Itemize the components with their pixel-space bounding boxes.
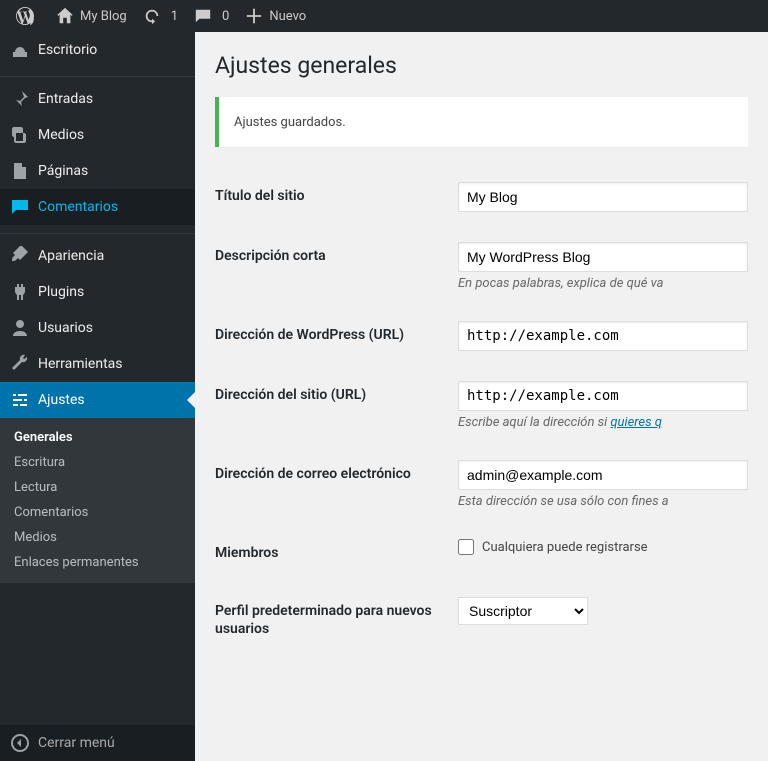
pin-icon bbox=[10, 89, 30, 109]
menu-label: Entradas bbox=[38, 91, 93, 107]
menu-label: Comentarios bbox=[38, 199, 118, 215]
user-icon bbox=[10, 318, 30, 338]
media-icon bbox=[10, 125, 30, 145]
menu-settings[interactable]: Ajustes bbox=[0, 382, 195, 418]
wpurl-input[interactable] bbox=[458, 321, 748, 351]
updates-link[interactable]: 1 bbox=[135, 0, 186, 32]
settings-form: Título del sitio Descripción corta En po… bbox=[215, 167, 748, 659]
submenu-discussion[interactable]: Comentarios bbox=[0, 500, 195, 525]
membership-option[interactable]: Cualquiera puede registrarse bbox=[458, 539, 748, 555]
page-icon bbox=[10, 161, 30, 181]
comment-icon bbox=[10, 197, 30, 217]
submenu-writing[interactable]: Escritura bbox=[0, 450, 195, 475]
menu-label: Medios bbox=[38, 127, 84, 143]
updates-icon bbox=[143, 7, 161, 25]
membership-checkbox[interactable] bbox=[458, 539, 474, 555]
menu-posts[interactable]: Entradas bbox=[0, 81, 195, 117]
submenu-general[interactable]: Generales bbox=[0, 425, 195, 450]
settings-saved-notice: Ajustes guardados. bbox=[215, 97, 748, 147]
menu-separator bbox=[0, 72, 195, 77]
collapse-label: Cerrar menú bbox=[38, 735, 115, 751]
submenu-permalinks[interactable]: Enlaces permanentes bbox=[0, 550, 195, 575]
new-content-link[interactable]: Nuevo bbox=[237, 0, 314, 32]
label-site-title: Título del sitio bbox=[215, 167, 458, 227]
collapse-menu[interactable]: Cerrar menú bbox=[0, 725, 195, 761]
menu-label: Usuarios bbox=[38, 320, 93, 336]
menu-media[interactable]: Medios bbox=[0, 117, 195, 153]
admin-sidebar: Escritorio Entradas Medios Páginas Comen… bbox=[0, 32, 195, 761]
menu-appearance[interactable]: Apariencia bbox=[0, 238, 195, 274]
label-siteurl: Dirección del sitio (URL) bbox=[215, 366, 458, 445]
new-label: Nuevo bbox=[269, 9, 306, 24]
comments-count: 0 bbox=[222, 9, 229, 24]
wrench-icon bbox=[10, 354, 30, 374]
home-icon bbox=[56, 7, 74, 25]
menu-label: Páginas bbox=[38, 163, 88, 179]
siteurl-help-link[interactable]: quieres q bbox=[610, 415, 662, 430]
default-role-select[interactable]: Suscriptor bbox=[458, 597, 588, 625]
settings-submenu: Generales Escritura Lectura Comentarios … bbox=[0, 418, 195, 583]
submenu-reading[interactable]: Lectura bbox=[0, 475, 195, 500]
menu-tools[interactable]: Herramientas bbox=[0, 346, 195, 382]
membership-checkbox-label: Cualquiera puede registrarse bbox=[482, 540, 648, 555]
label-default-role: Perfil predeterminado para nuevos usuari… bbox=[215, 582, 458, 658]
brush-icon bbox=[10, 246, 30, 266]
collapse-icon bbox=[10, 733, 30, 753]
siteurl-input[interactable] bbox=[458, 381, 748, 411]
site-home-link[interactable]: My Blog bbox=[48, 0, 135, 32]
updates-count: 1 bbox=[171, 9, 178, 24]
wp-logo[interactable] bbox=[8, 0, 48, 32]
wordpress-icon bbox=[16, 7, 34, 25]
admin-bar: My Blog 1 0 Nuevo bbox=[0, 0, 768, 32]
submenu-media[interactable]: Medios bbox=[0, 525, 195, 550]
menu-dashboard[interactable]: Escritorio bbox=[0, 32, 195, 68]
site-title-input[interactable] bbox=[458, 182, 748, 212]
tagline-input[interactable] bbox=[458, 242, 748, 272]
plugin-icon bbox=[10, 282, 30, 302]
menu-plugins[interactable]: Plugins bbox=[0, 274, 195, 310]
menu-label: Escritorio bbox=[38, 42, 97, 58]
notice-text: Ajustes guardados. bbox=[234, 115, 733, 130]
tagline-help: En pocas palabras, explica de qué va bbox=[458, 276, 748, 291]
menu-pages[interactable]: Páginas bbox=[0, 153, 195, 189]
sliders-icon bbox=[10, 390, 30, 410]
label-email: Dirección de correo electrónico bbox=[215, 445, 458, 524]
dashboard-icon bbox=[10, 40, 30, 60]
comment-icon bbox=[194, 7, 212, 25]
menu-comments[interactable]: Comentarios bbox=[0, 189, 195, 225]
email-help: Esta dirección se usa sólo con fines a bbox=[458, 494, 748, 509]
label-wpurl: Dirección de WordPress (URL) bbox=[215, 306, 458, 366]
menu-label: Plugins bbox=[38, 284, 84, 300]
site-name: My Blog bbox=[80, 9, 127, 24]
menu-users[interactable]: Usuarios bbox=[0, 310, 195, 346]
comments-link[interactable]: 0 bbox=[186, 0, 237, 32]
siteurl-help: Escribe aquí la dirección si quieres q bbox=[458, 415, 748, 430]
menu-label: Apariencia bbox=[38, 248, 104, 264]
menu-label: Herramientas bbox=[38, 356, 123, 372]
label-tagline: Descripción corta bbox=[215, 227, 458, 306]
content-area: Ajustes generales Ajustes guardados. Tít… bbox=[195, 32, 768, 761]
menu-label: Ajustes bbox=[38, 392, 85, 408]
page-title: Ajustes generales bbox=[215, 52, 748, 79]
plus-icon bbox=[245, 7, 263, 25]
admin-email-input[interactable] bbox=[458, 460, 748, 490]
menu-separator bbox=[0, 229, 195, 234]
label-membership: Miembros bbox=[215, 524, 458, 582]
